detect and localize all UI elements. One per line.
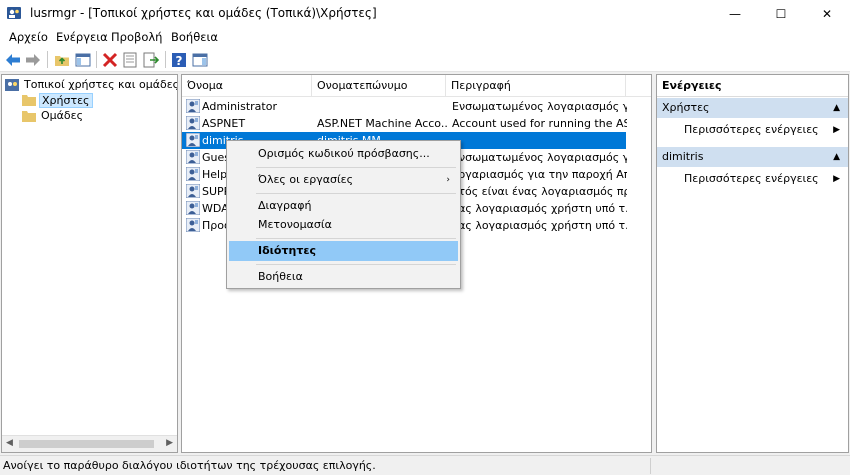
show-hide-tree-icon[interactable] [74, 51, 92, 69]
cell-description: Account used for running the AS... [452, 117, 627, 130]
mmc-window: lusrmgr - [Τοπικοί χρήστες και ομάδες (Τ… [0, 0, 850, 475]
menu-separator [256, 167, 456, 168]
up-folder-icon[interactable] [53, 51, 71, 69]
actions-section-users-label: Χρήστες [662, 101, 710, 114]
ctx-rename[interactable]: Μετονομασία [229, 215, 458, 235]
collapse-icon[interactable]: ▲ [833, 98, 840, 118]
cell-description: Ενσωματωμένος λογαριασμός γι... [452, 100, 627, 113]
toolbar-separator [96, 51, 97, 68]
submenu-arrow-icon: › [446, 175, 450, 185]
ctx-delete[interactable]: Διαγραφή [229, 196, 458, 216]
submenu-arrow-icon: ▶ [833, 125, 840, 135]
cell-description: λογαριασμός για την παροχή Απ... [452, 168, 627, 181]
column-header-name[interactable]: Όνομα [182, 75, 312, 97]
export-list-icon[interactable] [142, 51, 160, 69]
actions-more-selected-label: Περισσότερες ενέργειες [684, 172, 819, 185]
back-arrow-icon[interactable] [4, 51, 22, 69]
ctx-properties[interactable]: Ιδιότητες [229, 241, 458, 261]
user-icon [186, 184, 200, 198]
context-menu: Ορισμός κωδικού πρόσβασης... Όλες οι εργ… [226, 140, 461, 289]
user-icon [186, 218, 200, 232]
cell-description: υτός είναι ένας λογαριασμός πρ... [452, 185, 627, 198]
submenu-arrow-icon: ▶ [833, 174, 840, 184]
user-icon [186, 99, 200, 113]
ctx-all-tasks[interactable]: Όλες οι εργασίες › [229, 170, 458, 190]
column-header-fullname[interactable]: Ονοματεπώνυμο [312, 75, 446, 97]
user-icon [186, 167, 200, 181]
ctx-all-tasks-label: Όλες οι εργασίες [258, 173, 354, 186]
user-icon [186, 116, 200, 130]
properties-icon[interactable] [121, 51, 139, 69]
menu-separator [256, 238, 456, 239]
toolbar: ? [0, 47, 850, 72]
actions-section-selected[interactable]: dimitris ▲ [657, 147, 848, 167]
ctx-help[interactable]: Βοήθεια [229, 267, 458, 287]
actions-title: Ενέργειες [657, 75, 848, 97]
cell-name: ASPNET [202, 117, 246, 130]
ctx-properties-label: Ιδιότητες [258, 244, 317, 257]
toolbar-separator [165, 51, 166, 68]
actions-more-users[interactable]: Περισσότερες ενέργειες ▶ [657, 120, 848, 140]
delete-icon[interactable] [101, 51, 119, 69]
maximize-button[interactable]: ☐ [758, 0, 804, 27]
users-root-icon [5, 79, 19, 91]
status-bar: Ανοίγει το παράθυρο διαλόγου ιδιοτήτων τ… [0, 455, 850, 475]
title-bar: lusrmgr - [Τοπικοί χρήστες και ομάδες (Τ… [0, 0, 850, 27]
cell-description: νας λογαριασμός χρήστη υπό τ... [452, 219, 627, 232]
window-title: lusrmgr - [Τοπικοί χρήστες και ομάδες (Τ… [30, 6, 377, 20]
collapse-icon[interactable]: ▲ [833, 147, 840, 167]
user-icon [186, 133, 200, 147]
actions-pane: Ενέργειες Χρήστες ▲ Περισσότερες ενέργει… [656, 74, 849, 453]
tree-horizontal-scrollbar[interactable]: ◀ ▶ [2, 435, 177, 452]
scrollbar-thumb[interactable] [19, 440, 154, 448]
cell-description: νας λογαριασμός χρήστη υπό τ... [452, 202, 627, 215]
actions-section-selected-label: dimitris [662, 150, 704, 163]
users-app-icon [7, 7, 21, 19]
show-hide-action-pane-icon[interactable] [191, 51, 209, 69]
tree-root-label: Τοπικοί χρήστες και ομάδες (Το [24, 78, 178, 91]
menu-separator [256, 264, 456, 265]
toolbar-separator [47, 51, 48, 68]
forward-arrow-icon[interactable] [24, 51, 42, 69]
menu-bar: Αρχείο Ενέργεια Προβολή Βοήθεια [0, 27, 850, 47]
folder-icon [22, 95, 36, 106]
minimize-button[interactable]: — [712, 0, 758, 27]
menu-separator [256, 193, 456, 194]
ctx-help-label: Βοήθεια [258, 270, 303, 283]
console-tree[interactable]: Τοπικοί χρήστες και ομάδες (Το Χρήστες Ο… [1, 74, 178, 453]
close-button[interactable]: ✕ [804, 0, 850, 27]
list-header: Όνομα Ονοματεπώνυμο Περιγραφή [182, 75, 651, 97]
scroll-right-icon[interactable]: ▶ [166, 438, 173, 448]
actions-section-users[interactable]: Χρήστες ▲ [657, 98, 848, 118]
cell-fullname: ASP.NET Machine Acco... [317, 117, 447, 130]
help-icon[interactable]: ? [170, 51, 188, 69]
cell-description: Ενσωματωμένος λογαριασμός γι... [452, 151, 627, 164]
table-row[interactable]: Administrator Ενσωματωμένος λογαριασμός γ… [182, 98, 651, 115]
user-icon [186, 150, 200, 164]
tree-item-groups-label: Ομάδες [41, 109, 84, 122]
menu-view[interactable]: Προβολή [111, 30, 162, 44]
status-divider [650, 458, 651, 474]
cell-name: Administrator [202, 100, 277, 113]
menu-action[interactable]: Ενέργεια [56, 30, 108, 44]
folder-icon [22, 111, 36, 122]
tree-item-users-label: Χρήστες [39, 93, 93, 108]
ctx-rename-label: Μετονομασία [258, 218, 332, 231]
ctx-set-password[interactable]: Ορισμός κωδικού πρόσβασης... [229, 144, 458, 164]
menu-file[interactable]: Αρχείο [9, 30, 48, 44]
menu-help[interactable]: Βοήθεια [171, 30, 218, 44]
user-icon [186, 201, 200, 215]
ctx-delete-label: Διαγραφή [258, 199, 312, 212]
svg-text:?: ? [176, 54, 183, 68]
ctx-set-password-label: Ορισμός κωδικού πρόσβασης... [258, 147, 430, 160]
scroll-left-icon[interactable]: ◀ [6, 438, 13, 448]
actions-more-users-label: Περισσότερες ενέργειες [684, 123, 819, 136]
table-row[interactable]: ASPNET ASP.NET Machine Acco... Account use… [182, 115, 651, 132]
status-text: Ανοίγει το παράθυρο διαλόγου ιδιοτήτων τ… [3, 459, 376, 472]
column-header-description[interactable]: Περιγραφή [446, 75, 626, 97]
actions-more-selected[interactable]: Περισσότερες ενέργειες ▶ [657, 169, 848, 189]
